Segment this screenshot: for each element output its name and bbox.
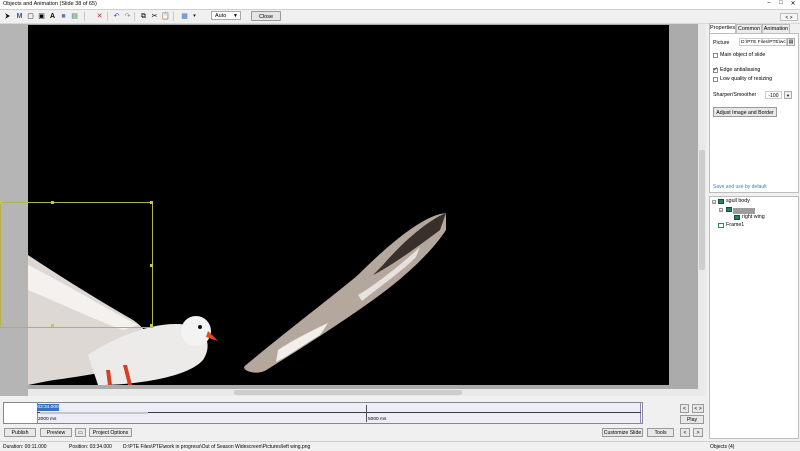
chevron-down-icon[interactable]: ▾ [190, 12, 199, 21]
save-default-link[interactable]: Save and use by default [713, 184, 767, 190]
resize-handle[interactable] [0, 201, 2, 204]
resize-handle[interactable] [150, 324, 153, 327]
main-object-icon[interactable]: M [15, 12, 24, 21]
tab-properties[interactable]: Properties [709, 23, 736, 33]
maximize-icon[interactable]: □ [777, 0, 785, 7]
tab-animation[interactable]: Animation [762, 24, 790, 33]
tab-common[interactable]: Common [736, 24, 762, 33]
edge-antialiasing-checkbox[interactable] [713, 66, 718, 73]
edge-antialiasing-label: Edge antialiasing [720, 67, 761, 73]
resize-handle[interactable] [51, 201, 54, 204]
timeline-label-5000: 5000 ms [368, 417, 387, 422]
toolbar-separator [107, 12, 108, 21]
video-icon[interactable]: ▤ [70, 12, 79, 21]
delete-icon[interactable]: ✕ [95, 12, 104, 21]
toolbar: ⮞ M ▢ ▣ A ■ ▤ ✕ ↶ ↷ ⧉ ✂ 📋 ▦ ▾ Auto ▼ Clo… [0, 10, 800, 24]
image-icon [718, 199, 724, 204]
chevron-down-icon[interactable]: ▼ [784, 91, 792, 99]
browse-icon[interactable]: ▤ [787, 38, 795, 46]
tools-button[interactable]: Tools [647, 428, 674, 437]
tree-item-right-wing[interactable]: right wing [742, 214, 765, 220]
cut-icon[interactable]: ✂ [150, 12, 159, 21]
timeline-keyframe-marker[interactable] [366, 405, 367, 422]
toolbar-separator [173, 12, 174, 21]
zoom-value: Auto [215, 13, 227, 19]
image-icon [726, 207, 732, 212]
grid-icon[interactable]: ▦ [180, 12, 189, 21]
timeline-label-2000: 2000 ms [38, 417, 57, 422]
minimize-icon[interactable]: – [765, 0, 773, 7]
picture-label: Picture [713, 40, 730, 46]
main-object-checkbox[interactable] [713, 53, 718, 58]
sharper-smoother-label: Sharper/Smoother [713, 92, 757, 98]
low-quality-checkbox[interactable] [713, 77, 718, 82]
image-icon [734, 215, 740, 220]
frame-icon [718, 223, 724, 228]
adjust-image-border-button[interactable]: Adjust Image and Border [713, 107, 777, 117]
resize-handle[interactable] [51, 324, 54, 327]
selection-frame[interactable] [0, 201, 153, 328]
publish-button[interactable]: Publish [4, 428, 36, 437]
main-object-label: Main object of slide [720, 52, 766, 58]
timeline-prev-button[interactable]: < [680, 404, 689, 413]
text-icon[interactable]: A [48, 12, 57, 21]
title-bar: Objects and Animation (Slide 38 of 65) –… [0, 0, 800, 10]
collapse-icon[interactable]: − [719, 208, 723, 213]
resize-handle[interactable] [150, 264, 153, 267]
collapse-icon[interactable]: − [712, 200, 716, 205]
image-icon[interactable]: ▣ [37, 12, 46, 21]
undo-icon[interactable]: ↶ [112, 12, 121, 21]
next-slide-button[interactable]: > [693, 428, 703, 437]
close-button[interactable]: Close [251, 11, 281, 21]
timeline-current-time[interactable]: 03:34.000 [37, 404, 59, 411]
project-options-button[interactable]: Project Options [89, 428, 132, 437]
panel-nav-arrows[interactable]: < > [780, 13, 798, 21]
pointer-icon[interactable]: ⮞ [3, 12, 12, 21]
window-title: Objects and Animation (Slide 38 of 65) [3, 1, 97, 7]
customize-slide-button[interactable]: Customize Slide [602, 428, 643, 437]
status-position: Position: 03:34.000 [69, 444, 112, 450]
status-file-path: D:\PTE Files\PTE\work in progress\Out of… [123, 444, 311, 450]
toolbar-separator [84, 12, 85, 21]
close-icon[interactable]: ✕ [789, 0, 797, 7]
right-wing-image[interactable] [244, 213, 446, 373]
monitor-icon[interactable]: ▭ [75, 428, 86, 437]
tree-item-sgull-body[interactable]: sgull body [726, 198, 750, 204]
chevron-down-icon: ▼ [233, 13, 238, 19]
tree-item-frame1[interactable]: Frame1 [726, 222, 744, 228]
previous-slide-button[interactable]: < [680, 428, 690, 437]
status-object-count: Objects (4) [710, 444, 735, 450]
toolbar-separator [134, 12, 135, 21]
resize-handle[interactable] [150, 201, 153, 204]
frame-icon[interactable]: ▢ [26, 12, 35, 21]
low-quality-label: Low quality of resizing [720, 76, 773, 82]
timeline-zoom-button[interactable]: < > [692, 404, 704, 413]
object-tree [709, 196, 799, 439]
redo-icon[interactable]: ↷ [123, 12, 132, 21]
sharper-smoother-input[interactable]: -100 [765, 91, 782, 99]
zoom-select[interactable]: Auto ▼ [211, 11, 241, 20]
status-duration: Duration: 00:11.000 [3, 444, 47, 450]
play-button[interactable]: Play [680, 415, 704, 424]
copy-icon[interactable]: ⧉ [139, 12, 148, 21]
timeline-progress [40, 412, 148, 414]
horizontal-scroll-thumb[interactable] [234, 390, 462, 395]
vertical-scroll-thumb[interactable] [699, 150, 705, 270]
paste-icon[interactable]: 📋 [161, 12, 170, 21]
rectangle-icon[interactable]: ■ [59, 12, 68, 21]
preview-button[interactable]: Preview [40, 428, 72, 437]
picture-path-field[interactable]: D:\PTE Files\PTE\wc [739, 38, 787, 46]
